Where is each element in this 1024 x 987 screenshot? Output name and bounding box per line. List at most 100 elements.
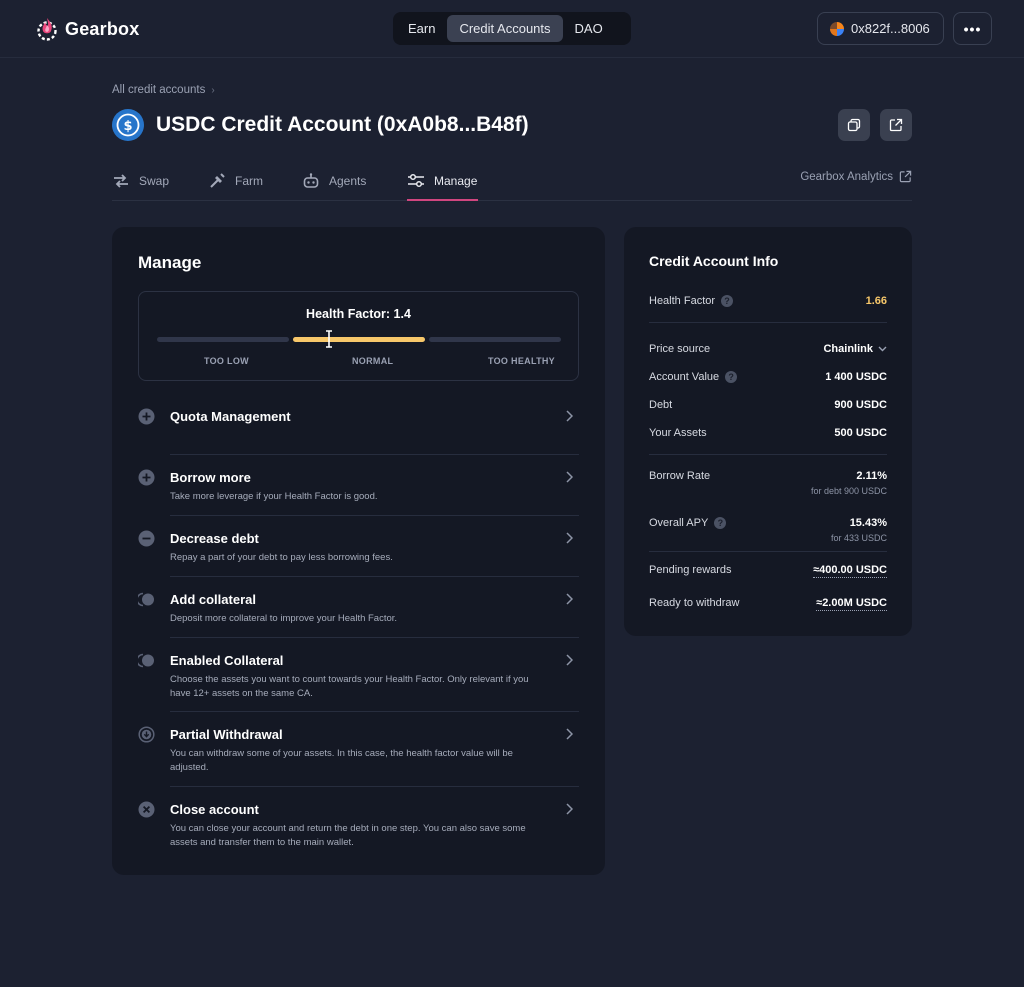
external-link-icon: [889, 118, 903, 132]
nav-tab-earn[interactable]: Earn: [396, 15, 447, 42]
chevron-right-icon: [566, 654, 573, 666]
enabled-collateral-item[interactable]: Enabled Collateral Choose the assets you…: [138, 652, 579, 712]
ready-to-withdraw-value[interactable]: ≈2.00M USDC: [816, 597, 887, 611]
external-link-icon: [899, 170, 912, 183]
item-title: Borrow more: [170, 470, 251, 485]
debt-value: 900 USDC: [834, 399, 887, 411]
divider: [170, 454, 579, 455]
brand-name: Gearbox: [65, 18, 140, 39]
item-title: Add collateral: [170, 592, 256, 607]
pending-rewards-value[interactable]: ≈400.00 USDC: [813, 564, 887, 578]
item-description: You can close your account and return th…: [170, 823, 526, 848]
add-collateral-item[interactable]: Add collateral Deposit more collateral t…: [138, 591, 579, 635]
item-title: Quota Management: [170, 409, 291, 424]
hf-caption-too-low: TOO LOW: [204, 356, 249, 366]
page-header: $ USDC Credit Account (0xA0b8...B48f): [112, 109, 529, 141]
info-label: Pending rewards: [649, 564, 732, 576]
credit-account-info-panel: Credit Account Info Health Factor? 1.66 …: [624, 227, 912, 636]
info-overall-apy: Overall APY? 15.43% for 433 USDC: [649, 517, 887, 547]
divider: [170, 576, 579, 577]
sliders-icon: [408, 173, 424, 187]
brand-logo[interactable]: Gearbox: [35, 16, 139, 42]
top-bar: Gearbox Earn Credit Accounts DAO 0x822f.…: [0, 0, 1024, 58]
wallet-avatar-icon: [830, 21, 844, 36]
svg-text:$: $: [123, 119, 132, 134]
info-label: Price source: [649, 343, 711, 355]
help-icon[interactable]: ?: [721, 295, 734, 307]
borrow-more-item[interactable]: Borrow more Take more leverage if your H…: [138, 469, 579, 513]
tab-farm[interactable]: Farm: [208, 160, 263, 201]
divider: [170, 786, 579, 787]
price-source-dropdown[interactable]: Chainlink: [823, 343, 887, 355]
active-tab-indicator: [407, 199, 478, 201]
info-title: Credit Account Info: [649, 253, 779, 269]
item-description: Choose the assets you want to count towa…: [170, 674, 529, 699]
more-menu-button[interactable]: •••: [953, 12, 992, 45]
nav-tab-dao[interactable]: DAO: [563, 15, 615, 42]
help-icon[interactable]: ?: [725, 371, 738, 383]
breadcrumb-link[interactable]: All credit accounts: [112, 84, 205, 96]
account-value: 1 400 USDC: [825, 371, 887, 383]
decrease-debt-item[interactable]: Decrease debt Repay a part of your debt …: [138, 530, 579, 574]
hf-zone-normal-bar: [293, 337, 425, 342]
your-assets-value: 500 USDC: [834, 427, 887, 439]
usdc-icon: $: [112, 109, 144, 141]
download-circle-icon: [138, 726, 155, 743]
chevron-right-icon: [566, 410, 573, 422]
open-explorer-button[interactable]: [880, 109, 912, 141]
gearbox-logo-icon: [37, 18, 57, 41]
hf-caption-too-healthy: TOO HEALTHY: [488, 356, 555, 366]
robot-icon: [303, 172, 319, 188]
tab-farm-label: Farm: [235, 173, 263, 188]
item-description: You can withdraw some of your assets. In…: [170, 748, 513, 773]
divider: [649, 551, 887, 552]
info-label: Your Assets: [649, 427, 707, 439]
close-account-item[interactable]: Close account You can close your account…: [138, 801, 579, 861]
chevron-right-icon: [566, 728, 573, 740]
tab-agents-label: Agents: [329, 173, 367, 188]
info-borrow-rate: Borrow Rate 2.11% for debt 900 USDC: [649, 470, 887, 500]
gearbox-analytics-link[interactable]: Gearbox Analytics: [800, 170, 912, 183]
item-description: Take more leverage if your Health Factor…: [170, 491, 378, 502]
farm-icon: [210, 172, 225, 188]
chevron-right-icon: [566, 803, 573, 815]
wallet-address: 0x822f...8006: [851, 21, 930, 36]
tab-swap[interactable]: Swap: [112, 160, 169, 201]
tab-manage[interactable]: Manage: [407, 160, 477, 201]
swap-icon: [114, 173, 128, 188]
item-title: Partial Withdrawal: [170, 727, 283, 742]
hf-position-marker-icon: [326, 330, 332, 348]
coins-icon: [138, 592, 154, 607]
help-icon[interactable]: ?: [714, 517, 727, 529]
partial-withdrawal-item[interactable]: Partial Withdrawal You can withdraw some…: [138, 726, 579, 786]
coins-icon: [138, 653, 154, 668]
nav-tab-credit-accounts[interactable]: Credit Accounts: [447, 15, 563, 42]
overall-apy-value: 15.43%: [849, 517, 887, 529]
breadcrumb: All credit accounts ›: [112, 84, 215, 96]
health-factor-value: 1.66: [865, 295, 887, 307]
hf-caption-normal: NORMAL: [352, 356, 394, 366]
divider: [649, 454, 887, 455]
chevron-down-icon: [878, 346, 887, 352]
item-title: Decrease debt: [170, 531, 259, 546]
info-label: Borrow Rate: [649, 470, 711, 482]
hf-zone-too-healthy-bar: [429, 337, 561, 342]
chevron-right-icon: [566, 471, 573, 483]
manage-panel: Manage Health Factor: 1.4 TOO LOW NORMAL…: [112, 227, 605, 875]
close-circle-icon: [138, 801, 155, 818]
info-label: Health Factor: [649, 295, 716, 307]
page-title: USDC Credit Account (0xA0b8...B48f): [156, 113, 529, 136]
item-description: Deposit more collateral to improve your …: [170, 613, 398, 624]
tab-agents[interactable]: Agents: [302, 160, 366, 201]
quota-management-item[interactable]: Quota Management: [138, 408, 579, 448]
item-description: Repay a part of your debt to pay less bo…: [170, 552, 393, 563]
manage-title: Manage: [138, 253, 202, 272]
copy-address-button[interactable]: [838, 109, 870, 141]
chevron-right-icon: [566, 532, 573, 544]
hf-zone-too-low-bar: [157, 337, 289, 342]
wallet-button[interactable]: 0x822f...8006: [817, 12, 944, 45]
info-label: Account Value: [649, 371, 720, 383]
item-title: Close account: [170, 802, 259, 817]
divider: [170, 637, 579, 638]
chevron-right-icon: ›: [211, 84, 215, 96]
